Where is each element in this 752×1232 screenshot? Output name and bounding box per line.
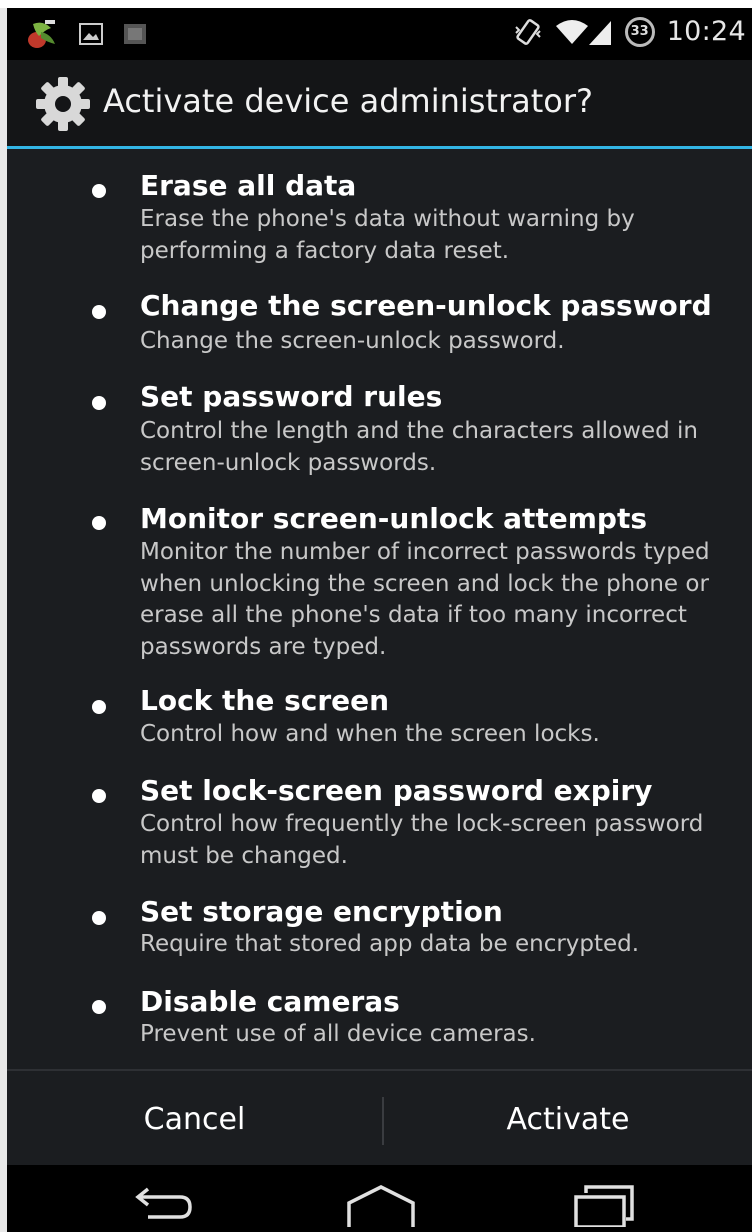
policy-title: Erase all data [140,169,357,202]
back-icon [135,1187,192,1219]
status-bar: 33 10:24 [7,8,752,60]
policy-description: Control how frequently the lock-screen p… [140,811,704,869]
policy-title: Set password rules [140,380,443,413]
home-icon [347,1185,415,1227]
wifi-icon [555,19,588,44]
dialog-button-bar: Cancel Activate [7,1069,752,1165]
policy-title: Disable cameras [140,985,400,1018]
policy-description: Control the length and the characters al… [140,418,698,476]
policy-description: Change the screen-unlock password. [140,328,565,354]
bullet [92,700,106,714]
battery-level: 33 [630,24,649,39]
policy-title: Lock the screen [140,684,390,717]
policy-title: Set lock-screen password expiry [140,774,653,807]
bullet [92,911,106,925]
bullet [92,396,106,410]
cancel-button[interactable]: Cancel [7,1071,382,1167]
status-time: 10:24 [666,16,746,47]
dialog-title: Activate device administrator? [103,82,593,120]
policy-title: Change the screen-unlock password [140,289,712,322]
gear-icon [36,77,90,131]
activate-button[interactable]: Activate [384,1071,752,1167]
top-edge [0,0,752,8]
policy-description: Prevent use of all device cameras. [140,1021,536,1047]
policy-description: Erase the phone's data without warning b… [140,206,635,264]
left-edge [0,8,7,1232]
device-admin-dialog: Activate device administrator? Erase all… [7,60,752,1165]
vibrate-icon [514,18,541,45]
title-divider [7,146,752,149]
bullet [92,305,106,319]
bullet [92,1000,106,1014]
navigation-bar [7,1165,752,1232]
back-button[interactable] [123,1183,203,1232]
recent-apps-icon [574,1185,634,1227]
image-notification-icon [79,23,103,45]
bullet [92,516,106,530]
gallery-notification-icon [124,24,146,44]
bullet [92,789,106,803]
policy-description: Require that stored app data be encrypte… [140,931,640,957]
recent-apps-button[interactable] [565,1183,645,1232]
signal-icon [588,20,611,45]
app-notification-icon [28,20,55,48]
policy-title: Monitor screen-unlock attempts [140,502,648,535]
home-button[interactable] [341,1183,421,1232]
dialog-title-bar: Activate device administrator? [7,60,752,148]
policy-title: Set storage encryption [140,895,503,928]
battery-icon: 33 [624,16,655,47]
policy-description: Control how and when the screen locks. [140,721,600,747]
bullet [92,184,106,198]
policy-description: Monitor the number of incorrect password… [140,539,710,660]
